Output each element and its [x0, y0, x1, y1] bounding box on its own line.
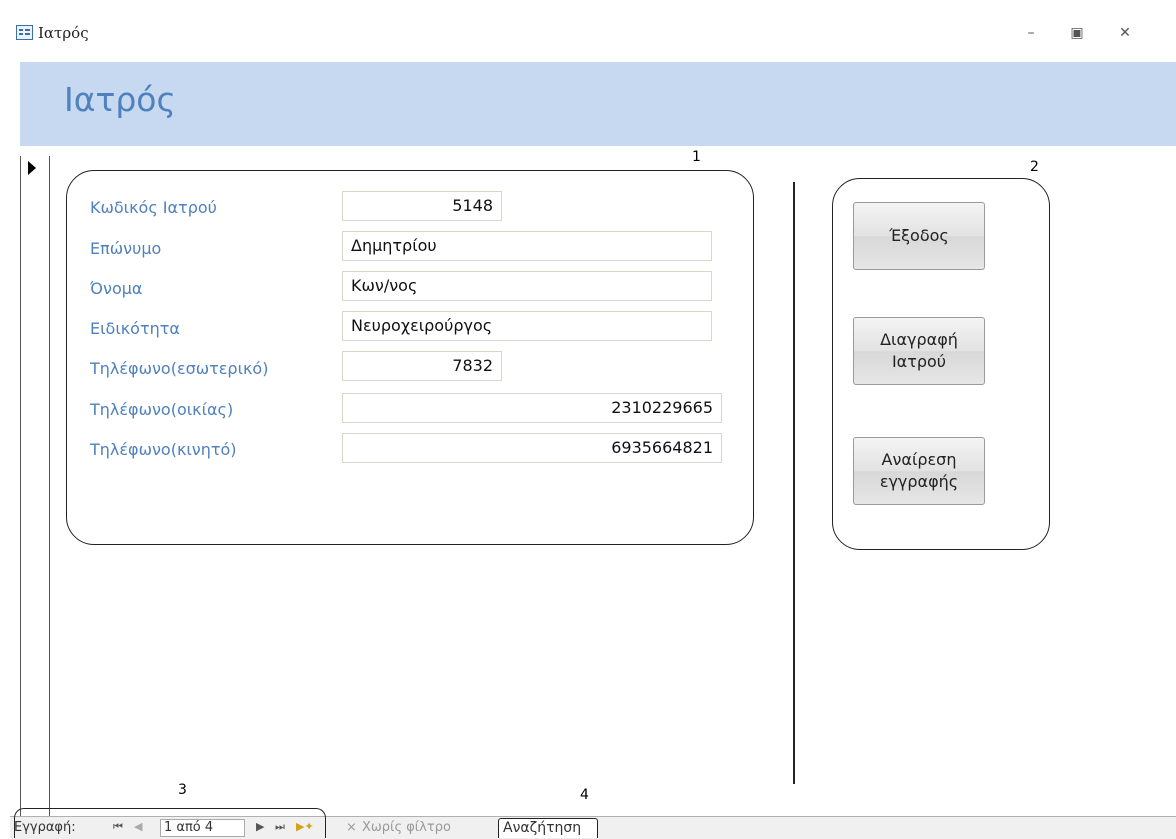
first-name-label: Όνομα [90, 279, 143, 298]
first-name-field[interactable]: Κων/νος [342, 271, 712, 301]
annotation-3-outline [14, 808, 326, 838]
undo-record-button[interactable]: Αναίρεση εγγραφής [853, 437, 985, 505]
delete-doctor-button[interactable]: Διαγραφή Ιατρού [853, 317, 985, 385]
specialty-label: Ειδικότητα [90, 319, 180, 338]
doctor-code-label: Κωδικός Ιατρού [90, 198, 217, 217]
phone-mobile-field[interactable]: 6935664821 [342, 433, 722, 463]
record-selector[interactable] [20, 156, 50, 816]
doctor-code-field[interactable]: 5148 [342, 191, 502, 221]
annotation-2: 2 [1030, 159, 1039, 175]
surname-field[interactable]: Δημητρίου [342, 231, 712, 261]
form-view-icon [16, 25, 33, 40]
annotation-4: 4 [580, 787, 589, 803]
phone-internal-label: Τηλέφωνο(εσωτερικό) [90, 359, 269, 378]
search-field[interactable]: Αναζήτηση [498, 818, 598, 838]
vertical-divider [793, 182, 795, 784]
form-header: Ιατρός [20, 62, 1176, 146]
window-title: Ιατρός [38, 24, 89, 42]
phone-home-field[interactable]: 2310229665 [342, 393, 722, 423]
form-title: Ιατρός [64, 80, 176, 119]
specialty-field[interactable]: Νευροχειρούργος [342, 311, 712, 341]
surname-label: Επώνυμο [90, 239, 162, 258]
filter-icon: ⨯ [346, 820, 357, 835]
restore-icon[interactable]: ▣ [1066, 24, 1088, 42]
exit-button[interactable]: Έξοδος [853, 202, 985, 270]
annotation-1: 1 [692, 149, 701, 165]
phone-mobile-label: Τηλέφωνο(κινητό) [90, 440, 237, 459]
no-filter-toggle[interactable]: Χωρίς φίλτρο [362, 820, 451, 835]
annotation-3: 3 [178, 782, 187, 798]
window-title-bar [10, 10, 1170, 48]
phone-home-label: Τηλέφωνο(οικίας) [90, 400, 234, 419]
minimize-icon[interactable]: – [1020, 24, 1042, 42]
phone-internal-field[interactable]: 7832 [342, 351, 502, 381]
current-record-arrow-icon [28, 161, 36, 175]
close-icon[interactable]: ✕ [1114, 24, 1136, 42]
